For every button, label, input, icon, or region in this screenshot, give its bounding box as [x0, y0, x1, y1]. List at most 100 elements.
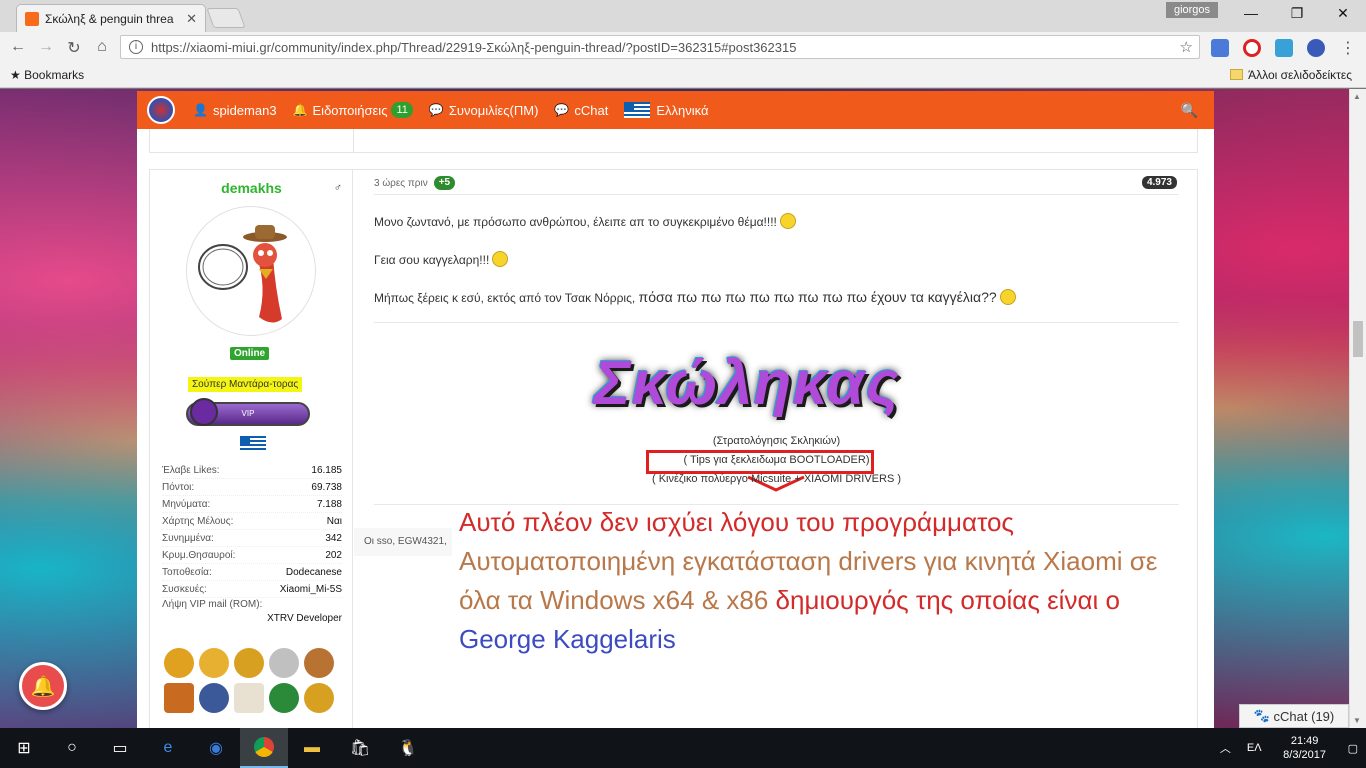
qq-icon[interactable]: 🐧	[384, 728, 432, 768]
task-view-icon[interactable]: ▭	[96, 728, 144, 768]
search-icon[interactable]: 🔍	[1181, 102, 1198, 119]
post-time[interactable]: 3 ώρες πριν	[374, 178, 428, 189]
weather-extension-icon[interactable]	[1275, 39, 1293, 57]
nav-language-label: Ελληνικά	[656, 102, 709, 118]
browser-toolbar: ← → ↻ ⌂ i https://xiaomi-miui.gr/communi…	[0, 32, 1366, 62]
vip-medal-icon[interactable]	[164, 648, 194, 678]
writer-medal-icon[interactable]	[234, 683, 264, 713]
address-bar[interactable]: i https://xiaomi-miui.gr/community/index…	[120, 35, 1200, 59]
thinking-smiley-icon	[779, 213, 796, 229]
facebook-medal-icon[interactable]	[199, 683, 229, 713]
scroll-down-icon[interactable]: ▼	[1353, 716, 1361, 725]
search-icon[interactable]: ○	[48, 728, 96, 768]
minimize-icon[interactable]: —	[1228, 0, 1274, 28]
scroll-up-icon[interactable]: ▲	[1353, 92, 1361, 101]
stat-row: Πόντοι: 69.738	[162, 479, 342, 496]
edge-icon[interactable]: e	[144, 728, 192, 768]
laughing-smiley-icon	[492, 251, 509, 267]
system-tray: ︿ ΕΛ 21:49 8/3/2017 ▢	[1212, 734, 1366, 762]
post-line: Γεια σου καγγελαρη!!!	[374, 251, 509, 267]
bell-icon: 🔔	[292, 103, 308, 117]
site-navbar: 👤 spideman3 🔔 Ειδοποιήσεις 11 💬 Συνομιλίες(Π…	[137, 91, 1214, 129]
signature-line[interactable]: ( Κινέζικο πολύεργο Micsuite + XIAOMI DR…	[354, 473, 1199, 485]
post-meta: 3 ώρες πριν +5	[374, 176, 456, 190]
other-bookmarks-label: Άλλοι σελιδοδείκτες	[1248, 68, 1352, 82]
bell-icon: 🔔	[30, 675, 56, 698]
clock[interactable]: 21:49 8/3/2017	[1270, 734, 1340, 762]
book-medal-icon[interactable]	[164, 683, 194, 713]
signature-line[interactable]: (Στρατολόγησις Σκληκιών)	[354, 435, 1199, 447]
translate-extension-icon[interactable]	[1211, 39, 1229, 57]
media-player-icon[interactable]: ◉	[192, 728, 240, 768]
online-status-badge: Online	[230, 347, 270, 360]
reload-icon[interactable]: ↻	[64, 38, 84, 58]
award-medal-icon[interactable]	[304, 683, 334, 713]
chrome-icon[interactable]	[240, 728, 288, 768]
crown-icon	[190, 398, 218, 426]
nav-notifications[interactable]: 🔔 Ειδοποιήσεις 11	[293, 102, 413, 118]
store-icon[interactable]: 🛍	[336, 728, 384, 768]
likes-badge: +5	[433, 176, 456, 190]
post-line: Μήπως ξέρεις κ εσύ, εκτός από τον Τσακ Ν…	[374, 289, 1016, 305]
other-bookmarks-folder[interactable]: Άλλοι σελιδοδείκτες	[1230, 68, 1352, 82]
bronze-medal-icon[interactable]	[304, 648, 334, 678]
tray-expand-icon[interactable]: ︿	[1220, 740, 1231, 756]
vip-badge: VIP	[186, 398, 310, 426]
nav-chat-label: cChat	[574, 102, 609, 118]
chat-widget-label: cChat (19)	[1273, 708, 1335, 724]
file-explorer-icon[interactable]: ▬	[288, 728, 336, 768]
opera-extension-icon[interactable]	[1243, 39, 1261, 57]
tab-title: Σκώληξ & penguin threa	[45, 11, 174, 26]
nav-user[interactable]: 👤 spideman3	[193, 103, 277, 118]
author-name[interactable]: demakhs	[150, 180, 353, 196]
clock-time: 21:49	[1290, 735, 1319, 747]
action-center-icon[interactable]: ▢	[1348, 742, 1358, 755]
extension-icon[interactable]	[1307, 39, 1325, 57]
vip-label: VIP	[241, 409, 255, 418]
info-icon[interactable]: i	[129, 40, 143, 54]
site-logo[interactable]	[147, 96, 175, 124]
stat-row: Συνημμένα: 342	[162, 530, 342, 547]
confused-smiley-icon	[999, 289, 1016, 305]
chat-widget[interactable]: 🐾 cChat (19)	[1239, 704, 1349, 728]
bookmark-star-icon[interactable]: ☆	[1180, 38, 1193, 56]
nav-conversations[interactable]: 💬 Συνομιλίες(ΠΜ)	[429, 103, 539, 118]
maximize-icon[interactable]: ❐	[1274, 0, 1320, 28]
home-icon[interactable]: ⌂	[92, 38, 112, 56]
divider	[374, 194, 1179, 195]
back-arrow-icon[interactable]: ←	[8, 38, 28, 56]
author-sidebar: demakhs ♂ Online Σούπερ Μαντάρα-τορας VI…	[150, 170, 353, 728]
signature-title: Σκώληκας	[594, 349, 900, 418]
nav-language[interactable]: Ελληνικά	[624, 102, 709, 118]
close-window-icon[interactable]: ✕	[1320, 0, 1366, 28]
user-icon: 👤	[193, 103, 208, 117]
greek-flag-icon	[240, 436, 266, 452]
avatar[interactable]	[186, 206, 316, 336]
clock-date: 8/3/2017	[1283, 749, 1326, 761]
forward-arrow-icon[interactable]: →	[36, 38, 56, 56]
notifications-count-badge: 11	[391, 102, 413, 118]
notification-bell-button[interactable]: 🔔	[19, 662, 67, 710]
scrollbar-thumb[interactable]	[1353, 321, 1363, 357]
silver-medal-icon[interactable]	[269, 648, 299, 678]
windows-start-icon[interactable]: ⊞	[0, 728, 48, 768]
close-tab-icon[interactable]: ✕	[186, 11, 197, 27]
post-number-badge[interactable]: 4.973	[1141, 176, 1177, 189]
nav-chat[interactable]: 💬 cChat	[554, 103, 608, 118]
menu-icon[interactable]: ⋮	[1340, 38, 1356, 58]
language-indicator[interactable]: ΕΛ	[1247, 742, 1262, 754]
page-scrollbar[interactable]: ▲ ▼	[1349, 89, 1366, 728]
new-tab-button[interactable]	[206, 8, 246, 28]
mascot-medal-icon[interactable]	[269, 683, 299, 713]
nav-notifications-label: Ειδοποιήσεις	[312, 102, 388, 118]
vip-mail-value: XTRV Developer	[267, 613, 342, 624]
nav-conversations-label: Συνομιλίες(ΠΜ)	[448, 102, 539, 118]
browser-tab[interactable]: Σκώληξ & penguin threa ✕	[16, 4, 206, 32]
profile-badge[interactable]: giorgos	[1166, 2, 1218, 18]
bookmarks-button[interactable]: ★ Bookmarks	[10, 68, 84, 82]
gender-icon: ♂	[333, 182, 342, 194]
user-medal-icon[interactable]	[199, 648, 229, 678]
gold-medal-icon[interactable]	[234, 648, 264, 678]
forum-post: demakhs ♂ Online Σούπερ Μαντάρα-τορας VI…	[149, 169, 1198, 728]
page-viewport: 👤 spideman3 🔔 Ειδοποιήσεις 11 💬 Συνομιλίες(Π…	[0, 89, 1366, 728]
